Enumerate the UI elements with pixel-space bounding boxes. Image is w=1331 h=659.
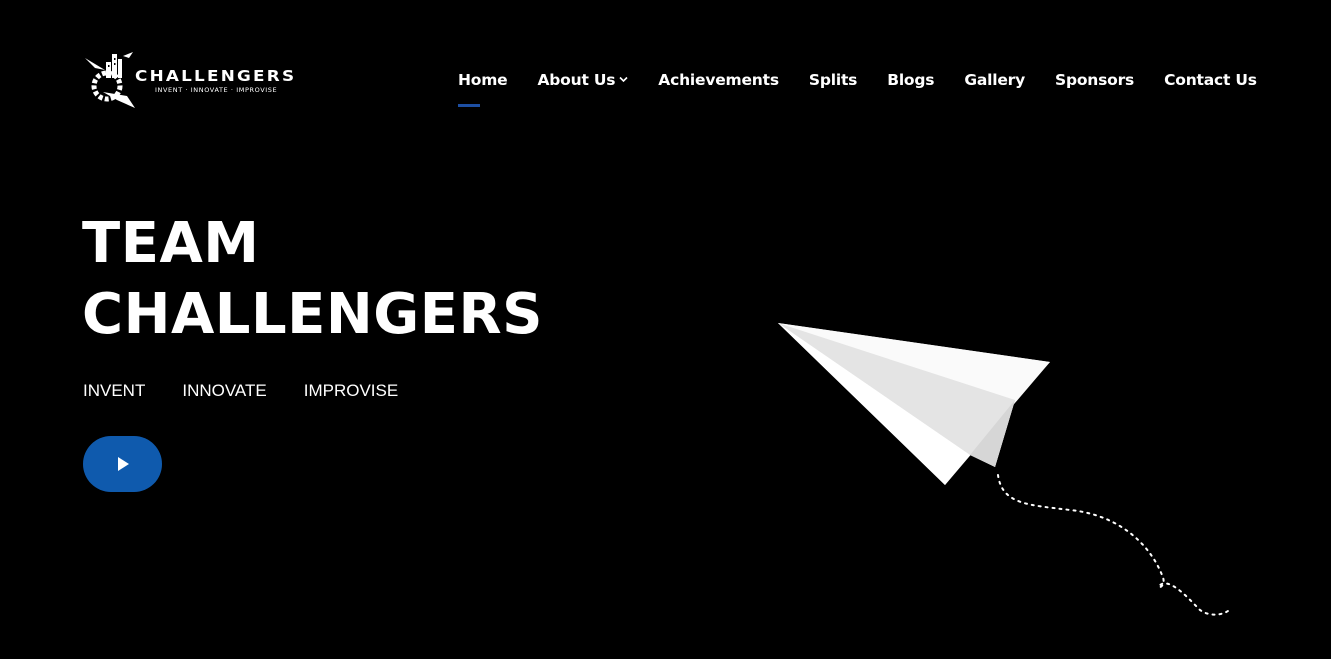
- hero-taglines: INVENT INNOVATE IMPROVISE: [83, 381, 398, 401]
- chevron-down-icon: [619, 76, 628, 86]
- page: CHALLENGERS INVENT · INNOVATE · IMPROVIS…: [0, 0, 1331, 659]
- logo-emblem-icon: [85, 52, 135, 108]
- hero-title: TEAM CHALLENGERS: [82, 208, 543, 350]
- nav-item-splits[interactable]: Splits: [809, 71, 858, 89]
- nav-item-contact-us[interactable]: Contact Us: [1164, 71, 1257, 89]
- play-icon: [117, 457, 129, 471]
- paper-plane-illustration: [778, 323, 1229, 616]
- nav-item-sponsors[interactable]: Sponsors: [1055, 71, 1134, 89]
- main-nav: Home About Us Achievements Splits Blogs …: [458, 68, 1257, 107]
- nav-item-home[interactable]: Home: [458, 71, 508, 107]
- nav-item-achievements[interactable]: Achievements: [658, 71, 779, 89]
- nav-item-gallery[interactable]: Gallery: [964, 71, 1025, 89]
- hero-title-line-1: TEAM: [82, 211, 260, 276]
- play-video-button[interactable]: [83, 436, 162, 492]
- tagline-improvise: IMPROVISE: [303, 381, 399, 400]
- hero-title-line-2: CHALLENGERS: [82, 282, 543, 347]
- logo-tagline: INVENT · INNOVATE · IMPROVISE: [155, 86, 278, 94]
- nav-item-blogs[interactable]: Blogs: [887, 71, 934, 89]
- nav-item-label: About Us: [537, 71, 616, 89]
- site-logo[interactable]: CHALLENGERS INVENT · INNOVATE · IMPROVIS…: [83, 48, 309, 112]
- tagline-innovate: INNOVATE: [182, 381, 267, 400]
- logo-wordmark: CHALLENGERS: [135, 67, 297, 85]
- nav-item-about-us[interactable]: About Us: [537, 71, 628, 89]
- tagline-invent: INVENT: [83, 381, 146, 400]
